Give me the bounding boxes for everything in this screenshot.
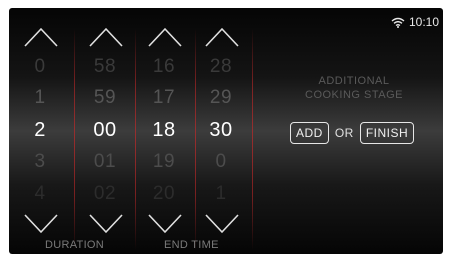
finish-button[interactable]: FINISH	[359, 122, 415, 144]
picker-value: 19	[152, 151, 176, 172]
picker-value: 01	[93, 151, 117, 172]
add-button[interactable]: ADD	[290, 122, 329, 144]
oven-display: 10:10 0 1 2 3 4 58 59 00 01 02 16 17 18 …	[9, 8, 443, 254]
status-bar: 10:10	[391, 15, 439, 29]
picker-value: 1	[215, 183, 227, 204]
picker-value: 28	[209, 56, 233, 77]
picker-value: 02	[93, 183, 117, 204]
picker-value: 4	[34, 183, 46, 204]
clock-time: 10:10	[408, 15, 439, 29]
stage-actions: ADD OR FINISH	[290, 122, 415, 144]
picker-duration-minutes[interactable]: 58 59 00 01 02	[76, 8, 134, 254]
picker-selected-value: 30	[209, 119, 233, 141]
picker-value: 59	[93, 87, 117, 108]
chevron-up-icon[interactable]	[88, 26, 124, 48]
picker-value: 3	[34, 151, 46, 172]
stage-label-line2: COOKING STAGE	[305, 89, 403, 101]
chevron-up-icon[interactable]	[23, 26, 59, 48]
picker-end-time-minutes[interactable]: 28 29 30 0 1	[192, 8, 250, 254]
picker-end-time-hours[interactable]: 16 17 18 19 20	[135, 8, 193, 254]
picker-duration-hours[interactable]: 0 1 2 3 4	[11, 8, 69, 254]
chevron-down-icon[interactable]	[147, 213, 183, 235]
picker-value: 20	[152, 183, 176, 204]
picker-value: 1	[34, 87, 46, 108]
chevron-down-icon[interactable]	[23, 213, 59, 235]
picker-value: 58	[93, 56, 117, 77]
wifi-icon	[391, 17, 405, 28]
chevron-up-icon[interactable]	[147, 26, 183, 48]
stage-label-line1: ADDITIONAL	[318, 75, 390, 87]
additional-stage-label: ADDITIONAL COOKING STAGE	[267, 74, 441, 102]
column-divider	[252, 28, 253, 250]
or-label: OR	[334, 126, 354, 140]
picker-selected-value: 18	[152, 119, 176, 141]
chevron-down-icon[interactable]	[204, 213, 240, 235]
picker-value: 29	[209, 87, 233, 108]
column-divider	[74, 28, 75, 250]
picker-selected-value: 2	[34, 119, 46, 141]
chevron-down-icon[interactable]	[88, 213, 124, 235]
picker-selected-value: 00	[93, 119, 117, 141]
picker-value: 0	[34, 56, 46, 77]
picker-value: 17	[152, 87, 176, 108]
picker-value: 16	[152, 56, 176, 77]
end-time-caption: END TIME	[164, 239, 219, 251]
duration-caption: DURATION	[45, 239, 105, 251]
chevron-up-icon[interactable]	[204, 26, 240, 48]
picker-value: 0	[215, 151, 227, 172]
